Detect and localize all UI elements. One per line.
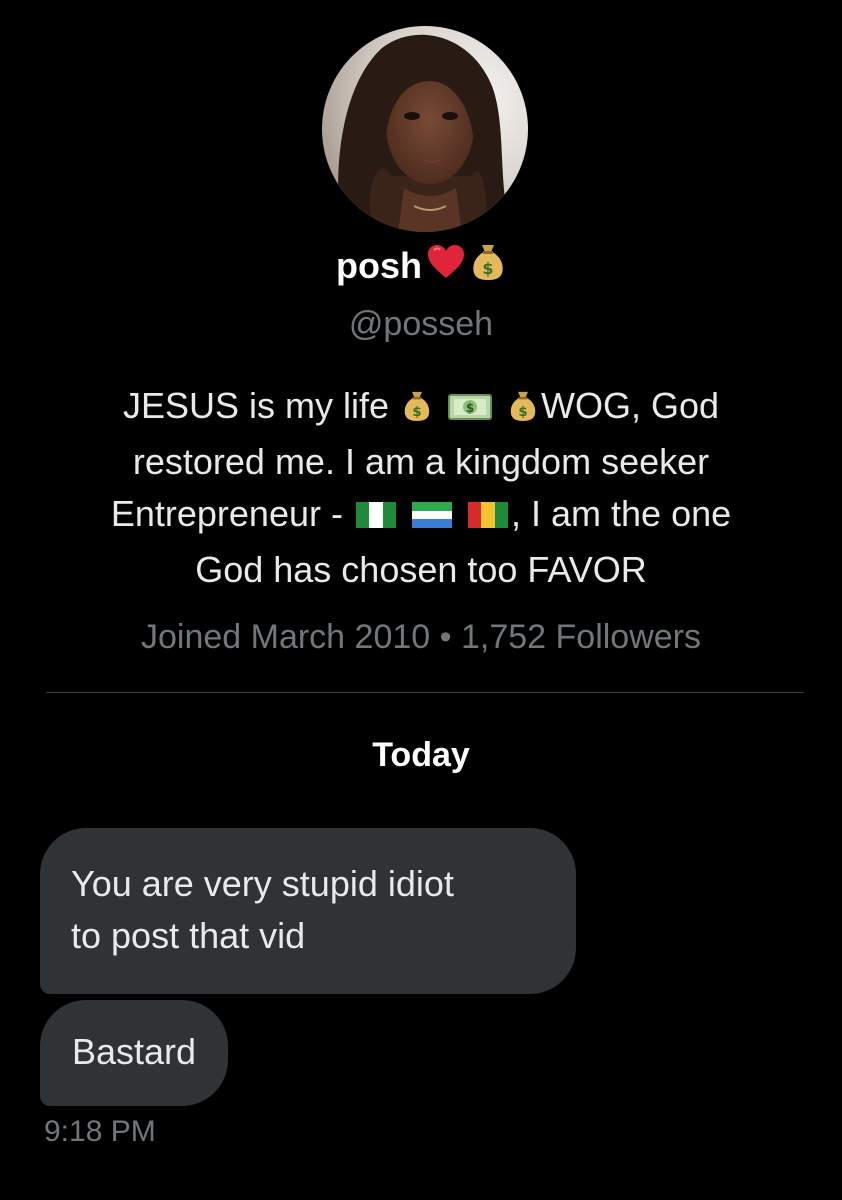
meta-separator: • [439,618,452,656]
dollar-banknote-icon: $ [448,384,493,436]
red-heart-emoji-icon [426,244,466,292]
money-bag-icon: $ [402,384,432,436]
display-name[interactable]: posh $ [0,242,842,293]
display-name-text: posh [336,245,422,286]
bio-text-4: God has chosen too FAVOR [195,549,647,590]
profile-handle[interactable]: @posseh [0,302,842,346]
profile-meta: Joined March 2010 • 1,752 Followers [0,612,842,662]
bio-text-3b: , I am the one [511,493,732,534]
money-bag-emoji-icon: $ [470,243,506,293]
avatar-photo [322,26,528,232]
divider [46,692,804,693]
bio-text-1b: WOG, God [541,385,720,426]
message-text: You are very stupid idiot [71,863,454,904]
sierra-leone-flag-icon [412,492,452,544]
message-timestamp: 9:18 PM [44,1115,156,1148]
message-text: to post that vid [71,915,306,956]
svg-text:$: $ [412,405,421,420]
profile-bio: JESUS is my life $ $ $ WOG, God restored … [60,380,782,596]
followers-count[interactable]: 1,752 Followers [461,618,701,656]
guinea-flag-icon [468,492,509,544]
bio-text-2: restored me. I am a kingdom seeker [132,441,710,482]
bio-text-3a: Entrepreneur - [110,493,343,534]
joined-date: Joined March 2010 [140,618,431,656]
svg-text:$: $ [518,405,527,420]
avatar[interactable] [322,26,528,232]
bio-text-1a: JESUS is my life [122,385,389,426]
svg-text:$: $ [482,259,493,278]
date-separator: Today [372,736,470,774]
money-bag-icon: $ [508,384,538,436]
message-bubble[interactable]: Bastard [40,1000,229,1106]
message-bubble[interactable]: You are very stupid idiot to post that v… [40,828,576,994]
svg-text:$: $ [466,401,474,415]
message-text: Bastard [72,1031,197,1072]
nigeria-flag-icon [355,492,396,544]
